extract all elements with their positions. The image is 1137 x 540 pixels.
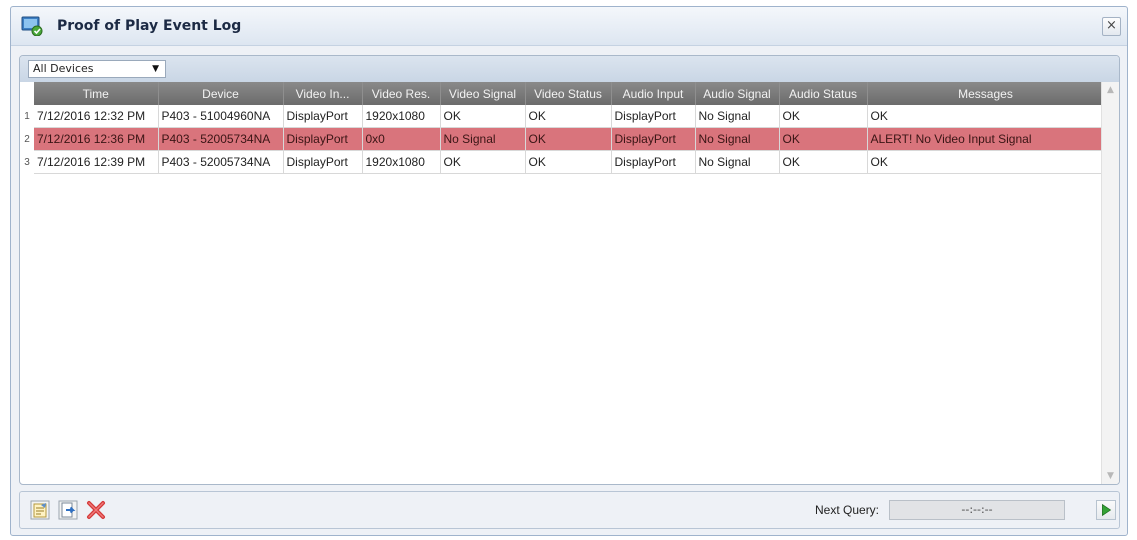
- cell-audio-status[interactable]: OK: [779, 150, 868, 174]
- cell-video-signal[interactable]: OK: [440, 105, 526, 128]
- dropdown-arrow-icon: ▼: [152, 64, 159, 74]
- log-panel: All Devices ▼ Time Device Video In... Vi…: [19, 55, 1120, 485]
- column-header-audio-input[interactable]: Audio Input: [611, 82, 696, 105]
- next-query-field: --:--:--: [889, 500, 1065, 520]
- table-row-alert[interactable]: 2 7/12/2016 12:36 PM P403 - 52005734NA D…: [20, 127, 1105, 151]
- delete-icon[interactable]: [86, 500, 106, 520]
- cell-audio-signal[interactable]: No Signal: [695, 105, 780, 128]
- scroll-up-icon[interactable]: ▲: [1102, 82, 1119, 98]
- column-header-audio-status[interactable]: Audio Status: [779, 82, 868, 105]
- cell-video-status[interactable]: OK: [525, 127, 612, 151]
- event-log-window: Proof of Play Event Log × All Devices ▼: [10, 6, 1128, 536]
- cell-audio-signal[interactable]: No Signal: [695, 150, 780, 174]
- row-number: 2: [20, 127, 34, 151]
- vertical-scrollbar[interactable]: ▲ ▼: [1101, 82, 1119, 484]
- device-filter-select[interactable]: All Devices ▼: [28, 60, 166, 78]
- header-row: Time Device Video In... Video Res. Video…: [20, 82, 1105, 105]
- play-icon[interactable]: [1096, 500, 1116, 520]
- table-row[interactable]: 1 7/12/2016 12:32 PM P403 - 51004960NA D…: [20, 105, 1105, 128]
- cell-audio-status[interactable]: OK: [779, 105, 868, 128]
- cell-message[interactable]: ALERT! No Video Input Signal: [867, 127, 1105, 151]
- cell-video-input[interactable]: DisplayPort: [283, 127, 363, 151]
- cell-message[interactable]: OK: [867, 150, 1105, 174]
- scroll-down-icon[interactable]: ▼: [1102, 468, 1119, 484]
- cell-device[interactable]: P403 - 52005734NA: [158, 127, 284, 151]
- cell-message[interactable]: OK: [867, 105, 1105, 128]
- cell-device[interactable]: P403 - 52005734NA: [158, 150, 284, 174]
- row-number-header: [20, 82, 34, 105]
- cell-video-status[interactable]: OK: [525, 150, 612, 174]
- cell-time[interactable]: 7/12/2016 12:36 PM: [34, 127, 159, 151]
- row-number: 3: [20, 150, 34, 174]
- column-header-video-status[interactable]: Video Status: [525, 82, 612, 105]
- window-title: Proof of Play Event Log: [57, 18, 242, 34]
- cell-video-input[interactable]: DisplayPort: [283, 105, 363, 128]
- device-filter-value: All Devices: [33, 62, 94, 75]
- cell-video-status[interactable]: OK: [525, 105, 612, 128]
- column-header-video-res[interactable]: Video Res.: [362, 82, 441, 105]
- cell-time[interactable]: 7/12/2016 12:39 PM: [34, 150, 159, 174]
- close-button[interactable]: ×: [1102, 17, 1121, 36]
- cell-video-res[interactable]: 1920x1080: [362, 105, 441, 128]
- cell-audio-input[interactable]: DisplayPort: [611, 127, 696, 151]
- next-query-label: Next Query:: [815, 503, 880, 517]
- cell-video-res[interactable]: 0x0: [362, 127, 441, 151]
- table-row[interactable]: 3 7/12/2016 12:39 PM P403 - 52005734NA D…: [20, 150, 1105, 174]
- cell-video-signal[interactable]: No Signal: [440, 127, 526, 151]
- cell-video-input[interactable]: DisplayPort: [283, 150, 363, 174]
- export-icon[interactable]: [58, 500, 78, 520]
- app-icon: [21, 16, 43, 36]
- cell-video-res[interactable]: 1920x1080: [362, 150, 441, 174]
- column-header-video-input[interactable]: Video In...: [283, 82, 363, 105]
- cell-audio-status[interactable]: OK: [779, 127, 868, 151]
- notes-icon[interactable]: [30, 500, 50, 520]
- cell-video-signal[interactable]: OK: [440, 150, 526, 174]
- cell-device[interactable]: P403 - 51004960NA: [158, 105, 284, 128]
- cell-audio-signal[interactable]: No Signal: [695, 127, 780, 151]
- column-header-video-signal[interactable]: Video Signal: [440, 82, 526, 105]
- column-header-audio-signal[interactable]: Audio Signal: [695, 82, 780, 105]
- cell-audio-input[interactable]: DisplayPort: [611, 105, 696, 128]
- event-grid: Time Device Video In... Video Res. Video…: [20, 82, 1119, 484]
- cell-audio-input[interactable]: DisplayPort: [611, 150, 696, 174]
- column-header-time[interactable]: Time: [34, 82, 159, 105]
- column-header-messages[interactable]: Messages: [867, 82, 1105, 105]
- column-header-device[interactable]: Device: [158, 82, 284, 105]
- row-number: 1: [20, 105, 34, 128]
- filter-bar: All Devices ▼: [20, 56, 1119, 83]
- event-table: Time Device Video In... Video Res. Video…: [20, 82, 1105, 174]
- cell-time[interactable]: 7/12/2016 12:32 PM: [34, 105, 159, 128]
- bottom-toolbar: Next Query: --:--:--: [19, 491, 1120, 529]
- title-bar: Proof of Play Event Log ×: [11, 7, 1127, 46]
